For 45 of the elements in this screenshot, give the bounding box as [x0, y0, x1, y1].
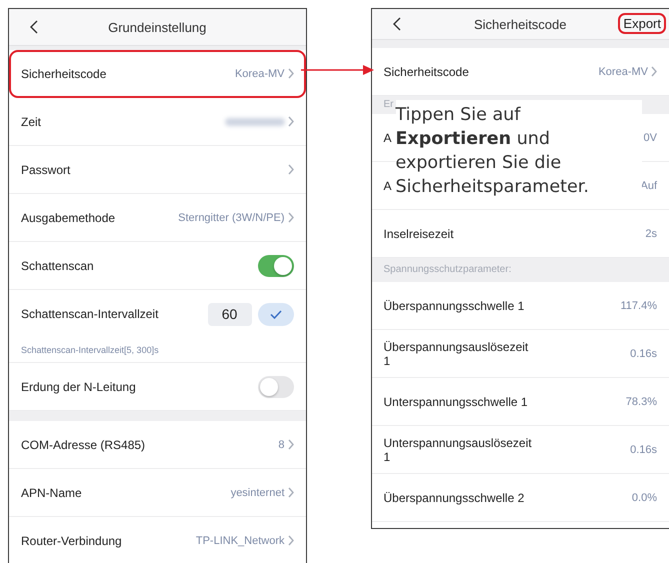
export-button[interactable]: Export	[618, 13, 666, 34]
setting-value: 0.16s	[630, 444, 657, 456]
setting-label: Router-Verbindung	[21, 534, 122, 548]
setting-label: Schattenscan-Intervallzeit	[21, 307, 158, 321]
setting-label: Überspannungsauslösezeit 1	[384, 340, 528, 368]
confirm-button[interactable]	[258, 302, 294, 326]
section-header: Spannungsschutzparameter:	[372, 258, 669, 282]
setting-label: Inselreisezeit	[384, 226, 454, 240]
setting-label: Schattenscan	[21, 258, 94, 272]
setting-value: 117.4%	[620, 300, 657, 312]
setting-value: 8	[278, 438, 284, 450]
setting-label: Sicherheitscode	[384, 64, 469, 78]
setting-label: A	[384, 178, 392, 192]
toggle-switch[interactable]	[258, 254, 294, 276]
toggle-switch[interactable]	[258, 376, 294, 398]
setting-value: 0.0%	[632, 492, 657, 504]
screen-title: Sicherheitscode	[474, 16, 566, 32]
setting-value: 0.16s	[630, 348, 657, 360]
setting-label: Erdung der N-Leitung	[21, 380, 136, 394]
setting-value: 0V	[644, 132, 657, 144]
back-icon[interactable]	[29, 20, 39, 34]
setting-label: Unterspannungsschwelle 1	[384, 394, 528, 408]
setting-label: Ausgabemethode	[21, 210, 116, 224]
setting-label: Überspannungsschwelle 2	[384, 490, 524, 504]
setting-value: Korea-MV	[234, 68, 284, 80]
setting-value: 78.3%	[626, 396, 657, 408]
setting-label: Zeit	[21, 114, 42, 128]
back-icon[interactable]	[392, 17, 402, 31]
setting-label: A	[384, 130, 392, 144]
setting-label: COM-Adresse (RS485)	[21, 438, 146, 452]
check-icon	[270, 310, 282, 318]
number-field[interactable]: 60	[208, 302, 252, 326]
setting-label: Unterspannungsauslösezeit 1	[384, 436, 532, 464]
setting-label: Sicherheitscode	[21, 66, 106, 80]
setting-value: Korea-MV	[598, 66, 648, 78]
setting-label: Überspannungsschwelle 1	[384, 298, 524, 312]
setting-value: yesinternet	[230, 486, 284, 498]
screen-title: Grundeinstellung	[108, 20, 206, 34]
setting-value: TP-LINK_Network	[196, 534, 284, 546]
setting-label: APN-Name	[21, 486, 82, 500]
settings-row[interactable]: Sicherheitscode Korea-MV	[9, 50, 306, 98]
setting-value: Sterngitter (3W/N/PE)	[178, 212, 284, 224]
setting-value: 2s	[645, 228, 657, 240]
setting-label: Passwort	[21, 162, 70, 176]
blurred-value	[224, 118, 284, 126]
